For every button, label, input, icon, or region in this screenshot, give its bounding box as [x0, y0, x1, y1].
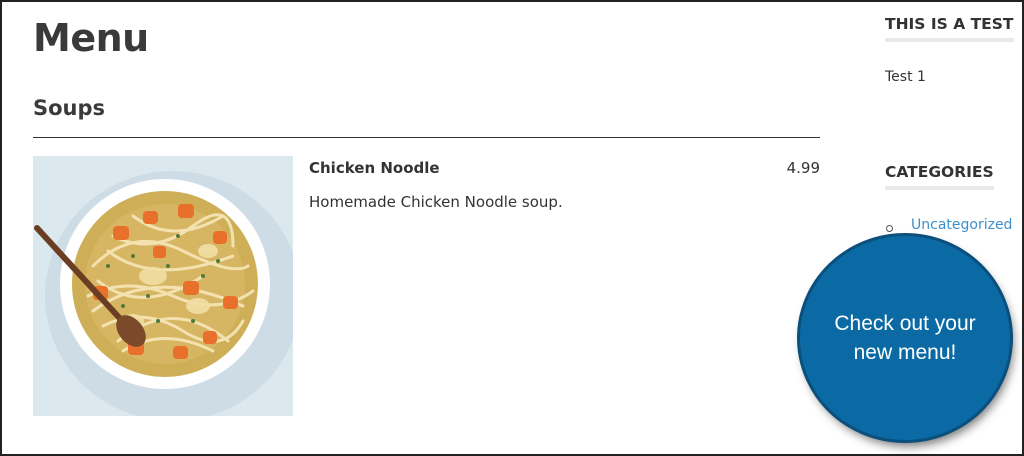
soup-bowl-photo — [33, 156, 293, 416]
section-title: Soups — [33, 96, 106, 120]
page-title: Menu — [33, 16, 149, 60]
menu-item-image — [33, 156, 293, 416]
callout-bubble: Check out your new menu! — [800, 236, 1010, 440]
section-divider — [33, 137, 820, 138]
category-link-uncategorized[interactable]: Uncategorized — [911, 217, 1012, 233]
widget-title-test: THIS IS A TEST — [885, 15, 1014, 42]
menu-item-description: Homemade Chicken Noodle soup. — [309, 193, 563, 211]
widget-title-categories: CATEGORIES — [885, 163, 994, 190]
menu-item-price: 4.99 — [786, 159, 820, 177]
menu-item-name: Chicken Noodle — [309, 159, 440, 177]
widget-text: Test 1 — [885, 69, 926, 85]
callout-text: Check out your new menu! — [834, 312, 976, 364]
list-bullet-icon — [886, 225, 893, 232]
